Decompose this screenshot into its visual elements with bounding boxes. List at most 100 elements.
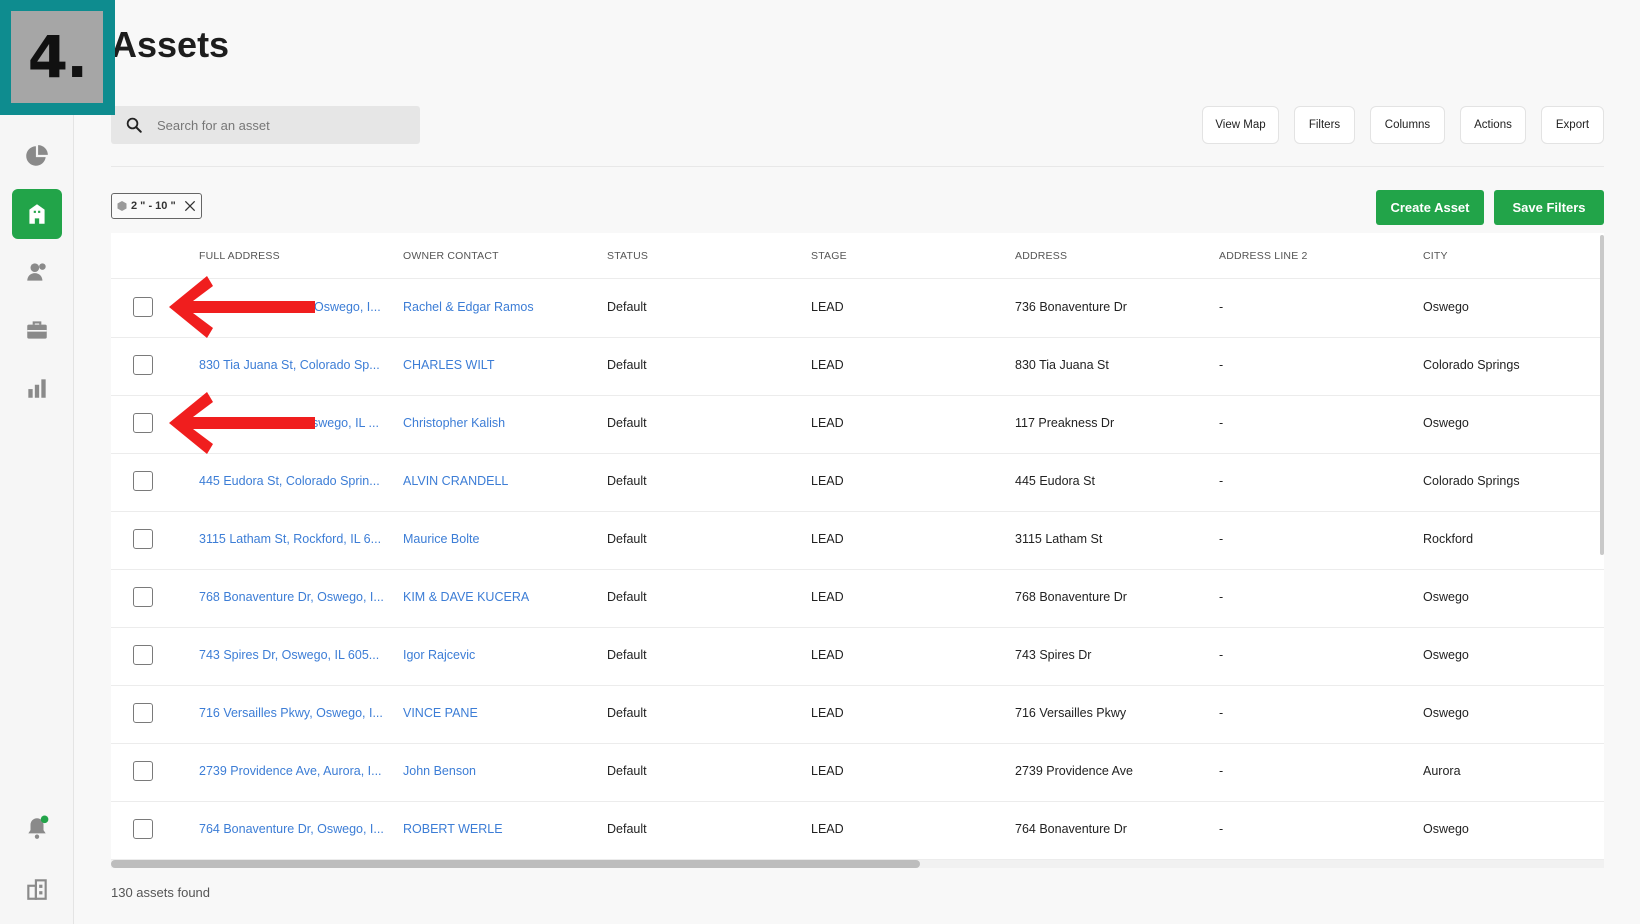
cell-address-line-2: - [1219,532,1224,546]
cell-stage: LEAD [811,648,844,662]
nav-reports[interactable] [12,363,62,413]
pie-chart-icon [26,145,48,166]
search-input[interactable] [155,116,399,134]
close-icon[interactable] [183,199,197,213]
table-row[interactable]: 743 Spires Dr, Oswego, IL 605... Igor Raj… [111,627,1604,686]
table-row[interactable]: 716 Versailles Pkwy, Oswego, I... VINCE P… [111,685,1604,744]
cell-owner-contact[interactable]: ROBERT WERLE [403,822,503,836]
nav-jobs[interactable] [12,305,62,355]
annotation-arrow-left-icon [169,276,315,338]
row-checkbox[interactable] [133,819,153,839]
cell-owner-contact[interactable]: Maurice Bolte [403,532,479,546]
table-row[interactable]: 2739 Providence Ave, Aurora, I... John Be… [111,743,1604,802]
table-row[interactable]: 764 Bonaventure Dr, Oswego, I... ROBERT W… [111,801,1604,860]
nav-dashboard[interactable] [12,131,62,181]
table-row[interactable]: 768 Bonaventure Dr, Oswego, I... KIM & DA… [111,569,1604,628]
cell-status: Default [607,474,647,488]
cell-full-address[interactable]: 445 Eudora St, Colorado Sprin... [199,474,380,488]
vertical-scrollbar[interactable] [1600,235,1604,555]
cell-city: Oswego [1423,416,1469,430]
row-checkbox[interactable] [133,703,153,723]
column-header-owner-contact[interactable]: OWNER CONTACT [403,250,499,262]
cell-city: Oswego [1423,300,1469,314]
cell-owner-contact[interactable]: VINCE PANE [403,706,478,720]
nav-notifications[interactable] [12,803,62,853]
nav-company[interactable] [12,864,62,914]
nav-contacts[interactable] [12,247,62,297]
cell-address-line-2: - [1219,648,1224,662]
briefcase-icon [27,321,47,339]
table-row[interactable]: 3115 Latham St, Rockford, IL 6... Maurice… [111,511,1604,570]
cell-full-address[interactable]: Oswego, I... [314,300,381,314]
column-header-city[interactable]: CITY [1423,250,1448,262]
row-checkbox[interactable] [133,761,153,781]
column-header-address[interactable]: ADDRESS [1015,250,1067,262]
table-row[interactable]: 830 Tia Juana St, Colorado Sp... CHARLES … [111,337,1604,396]
cell-address: 2739 Providence Ave [1015,764,1133,778]
cell-address: 743 Spires Dr [1015,648,1092,662]
cell-owner-contact[interactable]: Rachel & Edgar Ramos [403,300,534,314]
cell-owner-contact[interactable]: CHARLES WILT [403,358,494,372]
cell-full-address[interactable]: 2739 Providence Ave, Aurora, I... [199,764,382,778]
nav-assets[interactable] [12,189,62,239]
cell-owner-contact[interactable]: Christopher Kalish [403,416,505,430]
cell-status: Default [607,706,647,720]
step-label: 4. [11,11,103,103]
assets-count: 130 assets found [111,885,211,900]
cell-address: 117 Preakness Dr [1015,416,1115,430]
step-badge: 4. [0,0,115,115]
cell-city: Aurora [1423,764,1461,778]
cell-full-address[interactable]: 3115 Latham St, Rockford, IL 6... [199,532,381,546]
cell-owner-contact[interactable]: ALVIN CRANDELL [403,474,508,488]
cell-full-address[interactable]: 716 Versailles Pkwy, Oswego, I... [199,706,383,720]
row-checkbox[interactable] [133,471,153,491]
actions-button[interactable]: Actions [1460,106,1526,144]
column-header-full-address[interactable]: FULL ADDRESS [199,250,280,262]
columns-button[interactable]: Columns [1370,106,1445,144]
search-icon [126,117,142,133]
filters-button[interactable]: Filters [1294,106,1355,144]
create-asset-button[interactable]: Create Asset [1376,190,1484,225]
cell-full-address[interactable]: 743 Spires Dr, Oswego, IL 605... [199,648,379,662]
row-checkbox[interactable] [133,587,153,607]
view-map-button[interactable]: View Map [1202,106,1279,144]
cell-address-line-2: - [1219,416,1224,430]
row-checkbox[interactable] [133,529,153,549]
row-checkbox[interactable] [133,413,153,433]
company-icon [27,879,47,900]
cell-full-address[interactable]: swego, IL ... [312,416,379,430]
save-filters-button[interactable]: Save Filters [1494,190,1604,225]
column-header-address-line-2[interactable]: ADDRESS LINE 2 [1219,250,1308,262]
search-box[interactable] [111,106,420,144]
row-checkbox[interactable] [133,645,153,665]
cell-city: Oswego [1423,706,1469,720]
cell-owner-contact[interactable]: John Benson [403,764,476,778]
filter-chip-label: 2 " - 10 " [131,200,176,212]
table-row[interactable]: 445 Eudora St, Colorado Sprin... ALVIN CR… [111,453,1604,512]
column-header-stage[interactable]: STAGE [811,250,847,262]
row-checkbox[interactable] [133,355,153,375]
cell-address-line-2: - [1219,822,1224,836]
cell-address: 830 Tia Juana St [1015,358,1109,372]
cell-full-address[interactable]: 830 Tia Juana St, Colorado Sp... [199,358,380,372]
cell-status: Default [607,590,647,604]
table-row[interactable]: Oswego, I... Rachel & Edgar Ramos Default L… [111,279,1604,338]
cell-address-line-2: - [1219,764,1224,778]
cell-full-address[interactable]: 768 Bonaventure Dr, Oswego, I... [199,590,384,604]
cell-full-address[interactable]: 764 Bonaventure Dr, Oswego, I... [199,822,384,836]
table-row[interactable]: swego, IL ... Christopher Kalish Default LE… [111,395,1604,454]
cell-status: Default [607,300,647,314]
horizontal-scrollbar[interactable] [111,860,920,868]
column-header-status[interactable]: STATUS [607,250,648,262]
contacts-icon [27,263,46,281]
cell-address-line-2: - [1219,474,1224,488]
annotation-arrow-left-icon [169,392,315,454]
row-checkbox[interactable] [133,297,153,317]
cell-status: Default [607,358,647,372]
cell-stage: LEAD [811,532,844,546]
cell-stage: LEAD [811,590,844,604]
filter-chip[interactable]: 2 " - 10 " [111,193,202,219]
export-button[interactable]: Export [1541,106,1604,144]
cell-owner-contact[interactable]: KIM & DAVE KUCERA [403,590,529,604]
cell-owner-contact[interactable]: Igor Rajcevic [403,648,475,662]
